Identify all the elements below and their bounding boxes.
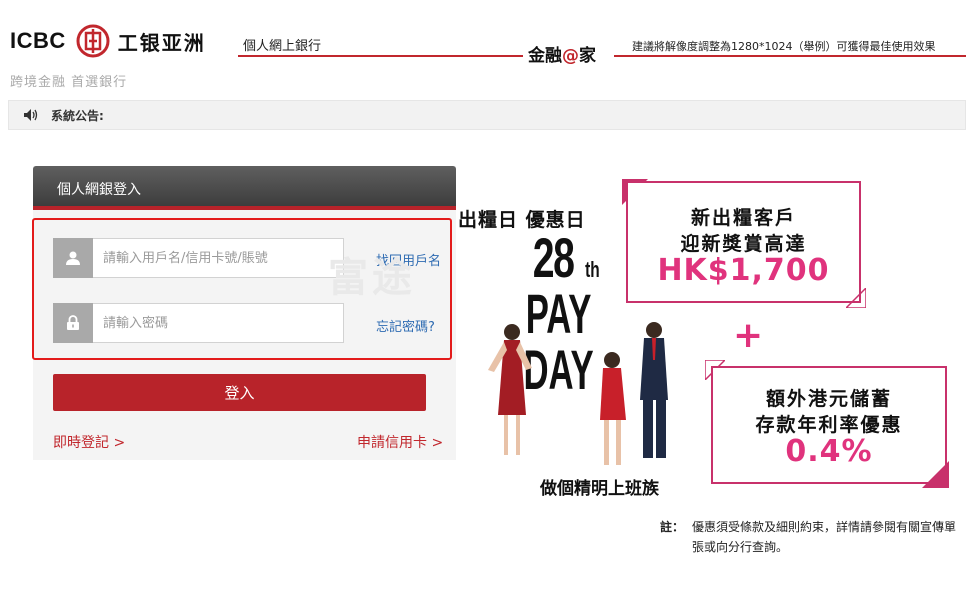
big-number-suffix: th <box>585 257 600 282</box>
box1-corner-bottom <box>846 288 866 308</box>
register-link[interactable]: 即時登記 > <box>53 432 125 452</box>
jinrong-at: @ <box>562 46 579 66</box>
announcement-bar: 系統公告: <box>8 100 966 130</box>
box2-amount: 0.4% <box>785 434 873 469</box>
password-group <box>53 303 344 343</box>
announcement-label: 系統公告: <box>51 108 104 123</box>
page-subtitle: 個人網上銀行 <box>243 39 322 54</box>
promo-box-new-customer: 新出糧客戶 迎新獎賞高達 HK$1,700 <box>626 181 861 303</box>
jinrong-suffix: 家 <box>579 46 596 66</box>
username-input[interactable] <box>93 238 344 278</box>
header-divider-left <box>238 55 523 57</box>
box2-line1: 額外港元儲蓄 <box>765 388 892 410</box>
jinrong-prefix: 金融 <box>528 46 562 66</box>
header-divider-right <box>614 55 966 57</box>
promo-box-deposit: 額外港元儲蓄 存款年利率優惠 0.4% <box>711 366 947 484</box>
speaker-icon <box>24 109 38 121</box>
icbc-emblem-icon <box>76 24 110 58</box>
icbc-logo[interactable]: ICBC 工银亚洲 <box>10 24 206 58</box>
note-label: 註： <box>660 520 685 534</box>
box1-amount: HK$1,700 <box>657 253 830 288</box>
login-title: 個人網銀登入 <box>33 166 456 210</box>
forgot-password-link[interactable]: 忘記密碼? <box>376 316 435 335</box>
box2-line2: 存款年利率優惠 <box>755 414 903 436</box>
plus-sign: + <box>733 315 764 356</box>
username-group <box>53 238 344 278</box>
login-button[interactable]: 登入 <box>53 374 426 411</box>
brand-en: ICBC <box>10 28 66 53</box>
login-panel: 個人網銀登入 找回用戶名 忘記密碼? 登入 即時登記 > 申請信用卡 > <box>33 166 456 460</box>
box1-line1: 新出糧客戶 <box>690 207 796 229</box>
password-input[interactable] <box>93 303 344 343</box>
office-workers-illustration <box>488 322 668 465</box>
big-number: 28 <box>532 226 575 289</box>
jinrong-logo: 金融@家 <box>528 41 596 66</box>
resolution-note: 建議將解像度調整為1280*1024（舉例）可獲得最佳使用效果 <box>632 40 936 53</box>
tagline: 跨境金融 首選銀行 <box>10 75 128 90</box>
box1-line2: 迎新獎賞高達 <box>680 233 807 255</box>
brand-cn: 工银亚洲 <box>117 30 206 55</box>
box2-corner-bottom <box>922 461 949 488</box>
promo-footnote: 註： 優惠須受條款及細則約束，詳情請參閱有關宣傳單張或向分行查詢。 <box>660 517 962 557</box>
watermark-text: 富途 <box>328 255 416 301</box>
user-icon <box>53 238 93 278</box>
apply-card-link[interactable]: 申請信用卡 > <box>357 432 443 452</box>
note-text: 優惠須受條款及細則約束，詳情請參閱有關宣傳單張或向分行查詢。 <box>692 520 957 554</box>
lock-icon <box>53 303 93 343</box>
promo-caption: 做個精明上班族 <box>540 479 659 499</box>
